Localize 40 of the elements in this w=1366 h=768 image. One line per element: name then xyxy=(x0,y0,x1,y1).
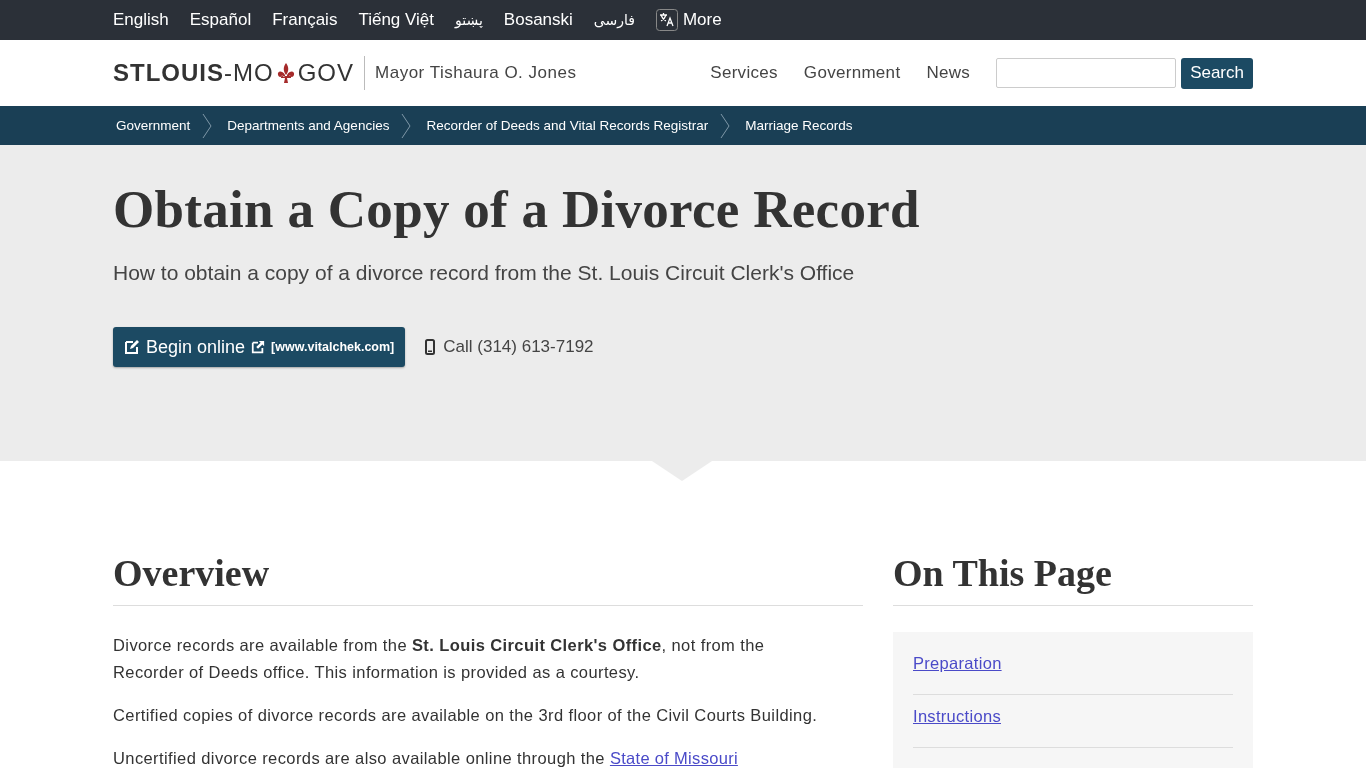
language-link[interactable]: Français xyxy=(272,10,338,30)
page-subtitle: How to obtain a copy of a divorce record from the St. Louis Circuit Clerk's Office xyxy=(113,261,856,285)
page-title: Obtain a Copy of a Divorce Record xyxy=(113,179,921,239)
language-link[interactable]: Bosanski xyxy=(503,10,573,30)
chevron-icon xyxy=(202,112,213,139)
phone-number: Call (314) 613-7192 xyxy=(443,337,594,357)
language-link[interactable]: English xyxy=(113,10,169,30)
search-button[interactable]: Search xyxy=(1181,57,1253,89)
breadcrumb-link[interactable]: Marriage Records xyxy=(742,118,853,133)
paragraph: Certified copies of divorce records are available on the 3rd floor of the Civil Courts Building. xyxy=(113,705,819,726)
breadcrumb-link[interactable]: Government xyxy=(113,118,191,133)
paragraph: Uncertified divorce records are also available online through the State of Missouri xyxy=(113,748,739,768)
search-field[interactable] xyxy=(996,58,1177,88)
breadcrumb-link[interactable]: Departments and Agencies xyxy=(224,118,390,133)
language-link[interactable]: فارسی xyxy=(593,12,635,28)
section-heading: On This Page xyxy=(893,551,1253,606)
breadcrumb-link[interactable]: Recorder of Deeds and Vital Records Registrar xyxy=(423,118,709,133)
language-link[interactable]: پښتو xyxy=(455,12,483,28)
edit-icon xyxy=(124,339,140,355)
chevron-icon xyxy=(401,112,412,139)
nav-link[interactable]: Government xyxy=(803,63,901,83)
section-heading: Overview xyxy=(113,551,863,606)
language-link[interactable]: Español xyxy=(189,10,252,30)
logo-text[interactable]: GOV xyxy=(297,59,354,87)
language-link[interactable]: Tiếng Việt xyxy=(358,10,434,30)
logo-text[interactable]: STLOUIS-MO xyxy=(113,59,274,87)
toc-link[interactable]: Preparation xyxy=(913,654,1002,672)
mayor-name[interactable]: Mayor Tishaura O. Jones xyxy=(364,56,577,90)
mobile-phone-icon xyxy=(425,339,436,355)
chevron-icon xyxy=(720,112,731,139)
translate-icon xyxy=(655,9,678,31)
state-link[interactable]: State of Missouri xyxy=(609,749,738,767)
more-languages-link[interactable]: More xyxy=(655,9,722,31)
nav-link[interactable]: Services xyxy=(710,63,778,83)
toc-link[interactable]: Instructions xyxy=(913,707,1001,725)
fleur-de-lis-icon xyxy=(275,62,296,84)
paragraph: Divorce records are available from the St. Louis Circuit Clerk's Office, not from the Recorder of Deeds office. This information is provided as a courtesy. xyxy=(113,635,766,683)
nav-link[interactable]: News xyxy=(926,63,971,83)
begin-online-button[interactable]: Begin online [www.vitalchek.com] xyxy=(113,327,406,367)
external-link-icon xyxy=(251,340,266,354)
